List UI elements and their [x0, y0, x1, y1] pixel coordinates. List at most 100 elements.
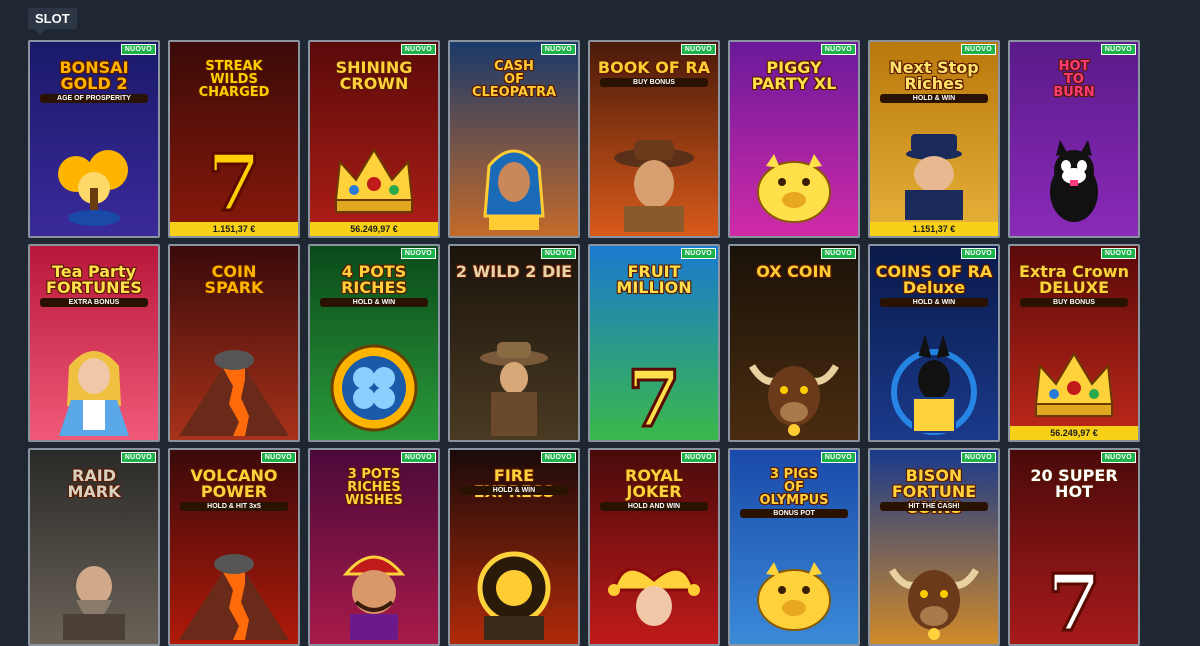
- ox-icon: [744, 346, 844, 436]
- game-grid: NUOVO BONSAI GOLD 2 AGE OF PROSPERITY STREA…: [28, 40, 1140, 646]
- game-tile[interactable]: NUOVO 20 SUPER HOT 7: [1008, 448, 1140, 646]
- jackpot-amount: 56.249,97 €: [1010, 426, 1138, 440]
- game-subtitle: BONUS POT: [740, 509, 848, 518]
- volcano-icon: [179, 346, 289, 436]
- game-tile[interactable]: NUOVO 3 POTS RICHES WISHES: [308, 448, 440, 646]
- new-badge: NUOVO: [540, 452, 576, 463]
- alice-icon: [49, 336, 139, 436]
- game-tile[interactable]: NUOVO ROYAL JOKER HOLD AND WIN: [588, 448, 720, 646]
- game-tile[interactable]: NUOVO VOLCANO POWER HOLD & HIT 3x5: [168, 448, 300, 646]
- new-badge: NUOVO: [1100, 44, 1136, 55]
- crown-icon: [1026, 344, 1122, 424]
- new-badge: NUOVO: [120, 452, 156, 463]
- new-badge: NUOVO: [680, 44, 716, 55]
- game-subtitle: HIT THE CASH!: [880, 502, 988, 511]
- game-tile[interactable]: NUOVO Next Stop Riches HOLD & WIN 1.151,37 …: [868, 40, 1000, 238]
- game-subtitle: HOLD & WIN: [880, 298, 988, 307]
- bison-icon: [884, 550, 984, 640]
- game-subtitle: BUY BONUS: [600, 78, 708, 87]
- seven-icon: 7: [609, 356, 699, 436]
- game-title: BONSAI GOLD 2: [59, 58, 129, 93]
- train-icon: [464, 544, 564, 640]
- game-subtitle: HOLD & WIN: [460, 486, 568, 495]
- new-badge: NUOVO: [960, 452, 996, 463]
- explorer-icon: [606, 132, 702, 232]
- game-tile[interactable]: NUOVO OX COIN: [728, 244, 860, 442]
- game-tile[interactable]: NUOVO FIRE EXPRESSHOLD & WIN: [448, 448, 580, 646]
- game-tile[interactable]: NUOVO Extra Crown DELUXE BUY BONUS 56.249,9…: [1008, 244, 1140, 442]
- game-title: STREAK WILDS CHARGED: [198, 59, 270, 100]
- game-tile[interactable]: NUOVO 4 POTS RICHES HOLD & WIN: [308, 244, 440, 442]
- game-tile[interactable]: NUOVO COINS OF RA Deluxe HOLD & WIN: [868, 244, 1000, 442]
- game-tile[interactable]: NUOVO BONSAI GOLD 2 AGE OF PROSPERITY: [28, 40, 160, 238]
- svg-text:7: 7: [1047, 560, 1101, 640]
- new-badge: NUOVO: [820, 248, 856, 259]
- tree-icon: [46, 142, 142, 232]
- jackpot-amount: 1.151,37 €: [870, 222, 998, 236]
- game-tile[interactable]: NUOVO 3 PIGS OF OLYMPUS BONUS POT: [728, 448, 860, 646]
- game-title: COIN SPARK: [204, 262, 264, 297]
- volcano-icon: [179, 550, 289, 640]
- game-title: Extra Crown DELUXE: [1019, 262, 1129, 297]
- seven-icon: 7: [1029, 560, 1119, 640]
- game-subtitle: EXTRA BONUS: [40, 298, 148, 307]
- game-title: 4 POTS RICHES: [341, 262, 407, 297]
- game-subtitle: HOLD & HIT 3x5: [180, 502, 288, 511]
- new-badge: NUOVO: [120, 44, 156, 55]
- game-tile[interactable]: NUOVO FRUIT MILLION 7: [588, 244, 720, 442]
- game-title: ROYAL JOKER: [625, 466, 683, 501]
- new-badge: NUOVO: [540, 44, 576, 55]
- game-tile[interactable]: STREAK WILDS CHARGED 7 1.151,37 €: [168, 40, 300, 238]
- new-badge: NUOVO: [540, 248, 576, 259]
- game-title: RAID MARK: [67, 466, 121, 501]
- svg-text:7: 7: [207, 140, 261, 220]
- cowgirl-icon: [469, 336, 559, 436]
- new-badge: NUOVO: [400, 452, 436, 463]
- pharaoh-icon: [469, 136, 559, 232]
- game-title: CASH OF CLEOPATRA: [471, 59, 557, 100]
- genie-icon: [326, 544, 422, 640]
- game-title: VOLCANO POWER: [190, 466, 278, 501]
- game-title: 20 SUPER HOT: [1030, 466, 1118, 501]
- sevens-icon: 7: [189, 140, 279, 220]
- game-tile[interactable]: NUOVO PIGGY PARTY XL: [728, 40, 860, 238]
- game-tile[interactable]: COIN SPARK: [168, 244, 300, 442]
- game-title: Next Stop Riches: [889, 58, 979, 93]
- game-tile[interactable]: NUOVOBISON FORTUNE COINSHIT THE CASH!: [868, 448, 1000, 646]
- game-subtitle: HOLD AND WIN: [600, 502, 708, 511]
- new-badge: NUOVO: [400, 44, 436, 55]
- game-tile[interactable]: NUOVO RAID MARK: [28, 448, 160, 646]
- game-tile[interactable]: NUOVO 2 WILD 2 DIE: [448, 244, 580, 442]
- new-badge: NUOVO: [400, 248, 436, 259]
- game-title: COINS OF RA Deluxe: [875, 262, 993, 297]
- game-title: PIGGY PARTY XL: [751, 58, 837, 93]
- game-title: 3 PIGS OF OLYMPUS: [759, 467, 829, 508]
- game-tile[interactable]: NUOVO BOOK OF RA BUY BONUS: [588, 40, 720, 238]
- new-badge: NUOVO: [260, 452, 296, 463]
- jackpot-amount: 56.249,97 €: [310, 222, 438, 236]
- game-tile[interactable]: NUOVO CASH OF CLEOPATRA: [448, 40, 580, 238]
- new-badge: NUOVO: [680, 452, 716, 463]
- game-title: 3 POTS RICHES WISHES: [345, 467, 403, 508]
- conductor-icon: [889, 124, 979, 220]
- clover-coin-icon: [326, 340, 422, 436]
- game-title: BOOK OF RA: [597, 58, 711, 77]
- game-title: 2 WILD 2 DIE: [455, 262, 573, 281]
- game-title: OX COIN: [756, 262, 832, 281]
- game-title: Tea Party FORTUNES: [46, 262, 142, 297]
- new-badge: NUOVO: [960, 44, 996, 55]
- cat-icon: [1026, 136, 1122, 232]
- game-subtitle: HOLD & WIN: [880, 94, 988, 103]
- game-tile[interactable]: NUOVO SHINING CROWN 56.249,97 €: [308, 40, 440, 238]
- jester-icon: [604, 550, 704, 640]
- piggy-icon: [746, 142, 842, 232]
- game-tile[interactable]: NUOVO HOT TO BURN: [1008, 40, 1140, 238]
- new-badge: NUOVO: [1100, 452, 1136, 463]
- game-tile[interactable]: Tea Party FORTUNES EXTRA BONUS: [28, 244, 160, 442]
- game-title: FIRE EXPRESS: [474, 466, 555, 500]
- game-subtitle: AGE OF PROSPERITY: [40, 94, 148, 103]
- new-badge: NUOVO: [820, 452, 856, 463]
- new-badge: NUOVO: [680, 248, 716, 259]
- game-title: FRUIT MILLION: [616, 262, 692, 297]
- jackpot-amount: 1.151,37 €: [170, 222, 298, 236]
